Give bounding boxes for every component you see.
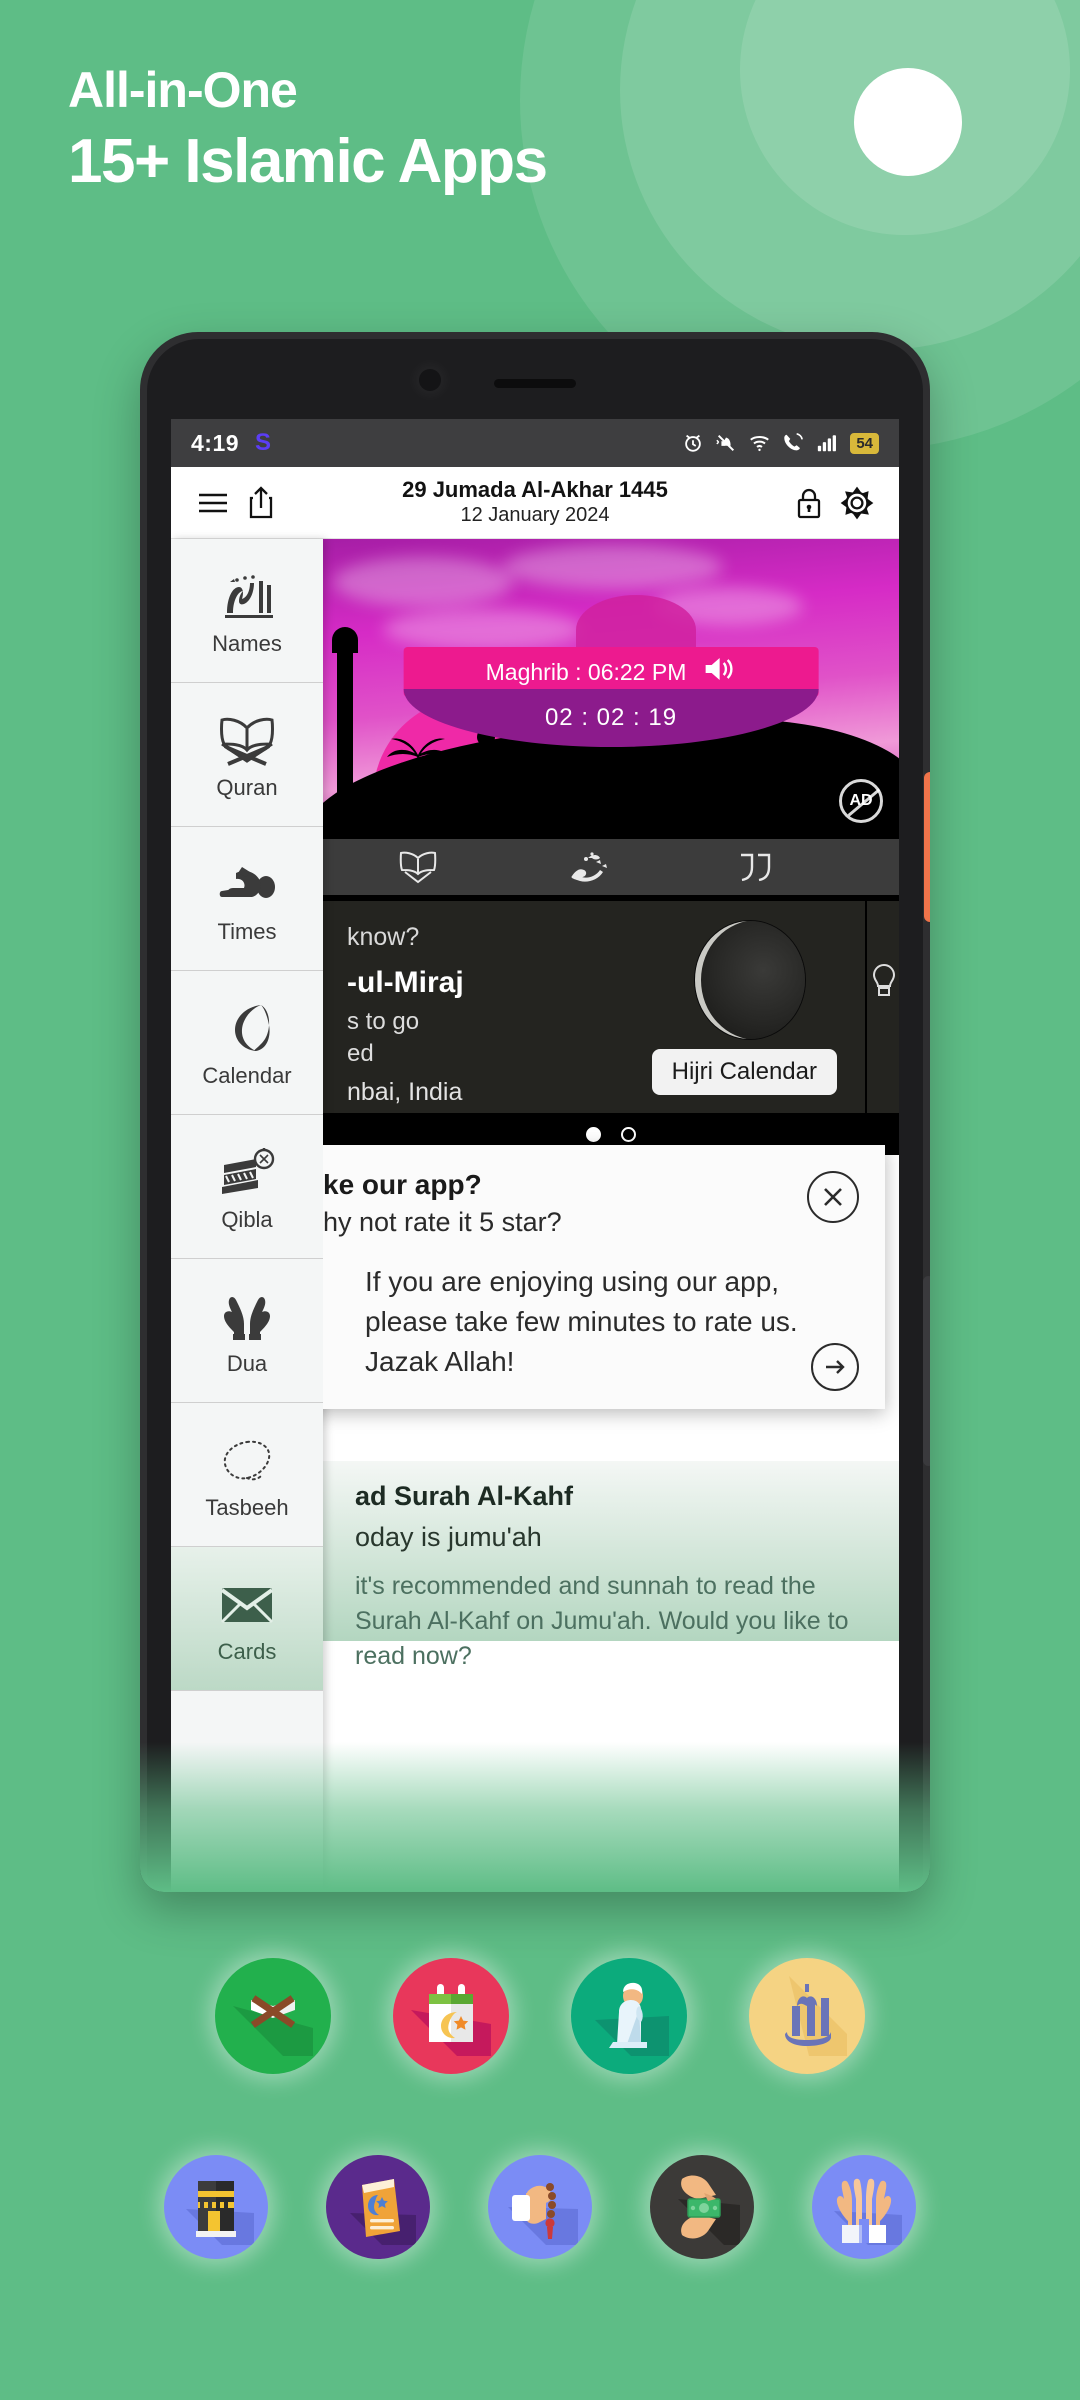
next-card-peek[interactable] — [867, 901, 899, 1113]
phone-bezel: 4:19 S 54 29 Jumada Al-Akhar 1445 12 Jan… — [147, 339, 923, 1892]
cloud-shape — [383, 609, 583, 649]
volume-button[interactable] — [924, 772, 930, 922]
zakat-app-icon[interactable] — [650, 2155, 754, 2259]
sidebar-item-tasbeeh[interactable]: Tasbeeh — [171, 1403, 323, 1547]
rate-app-dialog[interactable]: ke our app? hy not rate it 5 star? If yo… — [323, 1145, 885, 1410]
sidebar-menu: Names Quran Times Calendar Qibla Dua Tas… — [171, 539, 323, 1892]
praying-hands-icon — [216, 1285, 278, 1347]
app-header: 29 Jumada Al-Akhar 1445 12 January 2024 — [171, 467, 899, 539]
app-icon-row-1 — [0, 1958, 1080, 2074]
moon-phase-icon — [695, 921, 805, 1039]
quote-marks-icon[interactable] — [737, 851, 775, 883]
main-content: Maghrib : 06:22 PM 02 : 02 : 19 AD know?… — [323, 539, 899, 1892]
gear-icon[interactable] — [833, 486, 881, 520]
prayer-hero-banner[interactable]: Maghrib : 06:22 PM 02 : 02 : 19 AD — [323, 539, 899, 839]
sidebar-label: Qibla — [221, 1206, 273, 1232]
speaker-icon[interactable] — [702, 655, 736, 689]
promo-line-2: 15+ Islamic Apps — [68, 127, 548, 196]
wifi-icon — [748, 432, 771, 454]
promo-headline: All-in-One 15+ Islamic Apps — [68, 62, 548, 198]
hijri-calendar-button[interactable]: Hijri Calendar — [651, 1049, 837, 1095]
cloud-shape — [503, 545, 723, 589]
kaaba-compass-icon — [216, 1141, 278, 1203]
app-icon-row-2 — [0, 2155, 1080, 2259]
lock-icon[interactable] — [785, 486, 833, 520]
dua-book-app-icon[interactable] — [326, 2155, 430, 2259]
sidebar-item-calendar[interactable]: Calendar — [171, 971, 323, 1115]
pager-dot-active[interactable] — [586, 1126, 601, 1142]
info-card-wrap: know? -ul-Miraj s to go ed nbai, India H… — [323, 895, 899, 1155]
alarm-icon — [682, 432, 704, 454]
surah-card-body: it's recommended and sunnah to read the … — [355, 1572, 849, 1670]
sidebar-item-names[interactable]: Names — [171, 539, 323, 683]
sidebar-label: Calendar — [202, 1062, 292, 1088]
allah-calligraphy-icon — [217, 565, 277, 627]
rate-dialog-subtitle: hy not rate it 5 star? — [323, 1207, 562, 1237]
promo-line-1: All-in-One — [68, 62, 298, 118]
hamburger-menu-icon[interactable] — [189, 490, 237, 516]
sidebar-item-cards[interactable]: Cards — [171, 1547, 323, 1691]
status-time: 4:19 — [191, 429, 240, 456]
arrow-right-icon[interactable] — [811, 1343, 859, 1392]
rate-dialog-body: If you are enjoying using our app, pleas… — [365, 1266, 798, 1377]
background-white-dot — [854, 68, 962, 176]
sidebar-label: Dua — [226, 1350, 268, 1376]
hands-app-icon[interactable] — [812, 2155, 916, 2259]
screen-body: Names Quran Times Calendar Qibla Dua Tas… — [171, 539, 899, 1892]
crescent-moon-icon — [223, 997, 271, 1059]
surah-card-subtitle: oday is jumu'ah — [355, 1522, 542, 1552]
names-app-icon[interactable] — [749, 1958, 865, 2074]
event-info-card[interactable]: know? -ul-Miraj s to go ed nbai, India H… — [323, 901, 865, 1113]
prayer-app-icon[interactable] — [571, 1958, 687, 2074]
header-dates: 29 Jumada Al-Akhar 1445 12 January 2024 — [285, 477, 785, 528]
cloud-shape — [333, 557, 513, 607]
muhammad-calligraphy-icon[interactable] — [566, 850, 610, 884]
sidebar-item-dua[interactable]: Dua — [171, 1259, 323, 1403]
earpiece-speaker — [494, 379, 576, 388]
open-book-icon[interactable] — [397, 850, 439, 884]
sidebar-label: Times — [217, 918, 277, 944]
prostration-icon — [216, 853, 278, 915]
tasbeeh-app-icon[interactable] — [488, 2155, 592, 2259]
next-prayer-label: Maghrib : 06:22 PM — [485, 658, 687, 685]
pager-dot[interactable] — [621, 1126, 636, 1142]
mute-icon — [715, 432, 737, 454]
power-button[interactable] — [923, 1276, 930, 1466]
sidebar-label: Quran — [216, 774, 278, 800]
sidebar-item-times[interactable]: Times — [171, 827, 323, 971]
rate-dialog-title: ke our app? — [323, 1169, 482, 1200]
battery-percent: 54 — [850, 432, 879, 454]
phone-screen: 4:19 S 54 29 Jumada Al-Akhar 1445 12 Jan… — [171, 419, 899, 1892]
sidebar-item-qibla[interactable]: Qibla — [171, 1115, 323, 1259]
sidebar-item-quran[interactable]: Quran — [171, 683, 323, 827]
calendar-app-icon[interactable] — [393, 1958, 509, 2074]
quran-app-icon[interactable] — [215, 1958, 331, 2074]
palm-tree-silhouette — [387, 738, 449, 797]
open-quran-icon — [216, 709, 278, 771]
lightbulb-icon — [871, 963, 897, 1002]
call-icon — [782, 432, 804, 454]
close-icon[interactable] — [807, 1171, 859, 1223]
phone-mockup: 4:19 S 54 29 Jumada Al-Akhar 1445 12 Jan… — [140, 332, 930, 1892]
phone-bottom-fade — [140, 1742, 930, 1892]
qibla-app-icon[interactable] — [164, 2155, 268, 2259]
minaret-silhouette — [332, 627, 358, 795]
share-icon[interactable] — [237, 485, 285, 520]
sidebar-label: Tasbeeh — [205, 1494, 289, 1520]
battery-icon: 54 — [850, 432, 879, 454]
envelope-icon — [218, 1573, 276, 1635]
quick-tabs — [323, 839, 899, 895]
no-ads-badge[interactable]: AD — [839, 779, 883, 823]
signal-icon — [815, 432, 839, 454]
status-bar: 4:19 S 54 — [171, 419, 899, 467]
surah-card-title: ad Surah Al-Kahf — [355, 1481, 574, 1511]
sidebar-label: Names — [212, 630, 282, 656]
gregorian-date: 12 January 2024 — [460, 504, 610, 527]
prayer-beads-icon — [217, 1429, 277, 1491]
status-app-badge: S — [255, 429, 272, 456]
hijri-date: 29 Jumada Al-Akhar 1445 — [402, 476, 668, 502]
surah-suggestion-card[interactable]: ad Surah Al-Kahf oday is jumu'ah it's re… — [323, 1461, 899, 1670]
front-camera-icon — [418, 369, 441, 391]
sidebar-label: Cards — [217, 1638, 277, 1664]
